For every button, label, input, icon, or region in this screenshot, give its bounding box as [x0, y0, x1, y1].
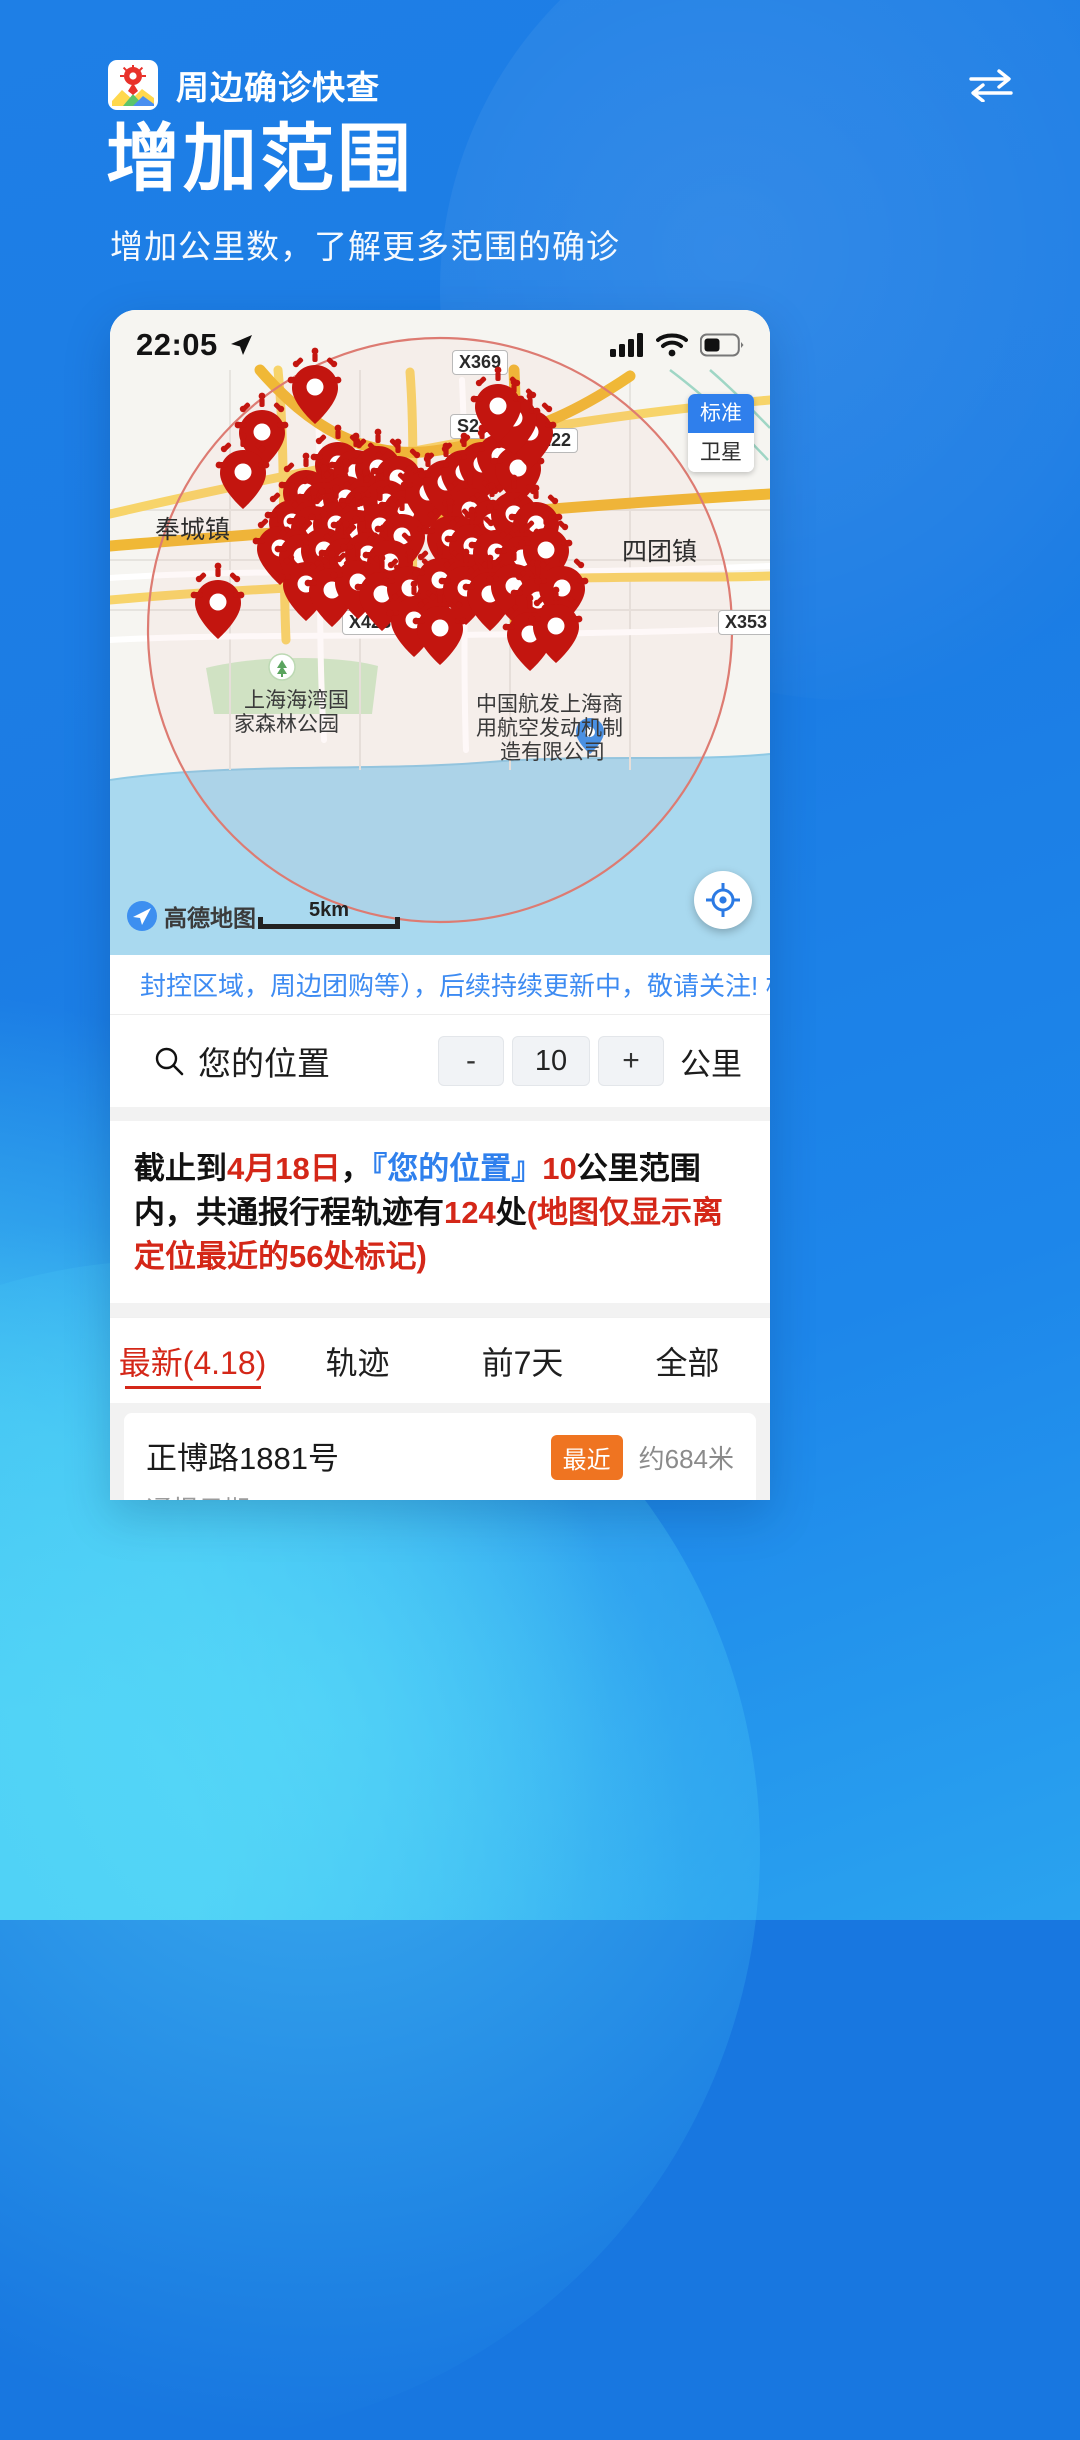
- summary-text: 截止到4月18日，『您的位置』10公里范围内，共通报行程轨迹有124处(地图仅显…: [110, 1121, 770, 1304]
- list-item-distance: 约684米: [638, 1444, 734, 1475]
- summary-prefix: 截止到: [134, 1151, 227, 1186]
- section-divider-2: [110, 1303, 770, 1318]
- radius-unit-label: 公里: [680, 1046, 742, 1082]
- summary-comma: ，: [340, 1151, 372, 1186]
- crosshair-icon: [706, 883, 740, 917]
- search-and-radius-row: 您的位置 - 10 + 公里: [110, 1015, 770, 1107]
- summary-suffix: 处: [495, 1195, 527, 1231]
- list-item[interactable]: 正博路1881号 通报日期：3.31、3.30 最近 约684米: [124, 1413, 756, 1500]
- swap-icon-glyph: [969, 69, 1013, 102]
- map-attribution: 高德地图: [126, 899, 256, 933]
- app-title: 周边确诊快查: [176, 69, 380, 106]
- search-icon: [155, 1047, 184, 1076]
- map-view[interactable]: 22:05 X369 S221 X428 X353 奉城镇 四团镇 上海海湾国 …: [110, 310, 770, 955]
- radius-value[interactable]: 10: [512, 1036, 590, 1086]
- map-scale-bar: [258, 917, 400, 929]
- summary-count: 124: [444, 1195, 496, 1231]
- tab-latest[interactable]: 最新(4.18): [110, 1318, 275, 1403]
- notice-bar[interactable]: 封控区域，周边团购等），后续持续更新中，敬请关注! 根据官: [110, 955, 770, 1015]
- tab-track[interactable]: 轨迹: [275, 1318, 440, 1403]
- phone-screenshot-card: 22:05 X369 S221 X428 X353 奉城镇 四团镇 上海海湾国 …: [110, 310, 770, 1500]
- amap-logo-icon: [127, 901, 157, 931]
- map-type-satellite[interactable]: 卫星: [688, 433, 754, 472]
- filter-tabs: 最新(4.18) 轨迹 前7天 全部: [110, 1317, 770, 1404]
- radius-stepper: - 10 +: [438, 1036, 664, 1086]
- summary-radius: 10: [542, 1151, 577, 1186]
- battery-icon: [700, 333, 744, 357]
- status-time: 22:05: [136, 327, 218, 362]
- search-input-value: 您的位置: [198, 1045, 330, 1082]
- radius-increase-button[interactable]: +: [598, 1036, 664, 1086]
- map-type-toggle[interactable]: 标准 卫星: [688, 394, 754, 472]
- notice-text: 封控区域，周边团购等），后续持续更新中，敬请关注! 根据官: [140, 971, 770, 1001]
- tab-last7days[interactable]: 前7天: [440, 1318, 605, 1403]
- signal-bars-icon: [610, 333, 643, 357]
- search-input[interactable]: 您的位置: [132, 1037, 438, 1085]
- page-subtitle: 增加公里数，了解更多范围的确诊: [110, 228, 620, 265]
- tab-all[interactable]: 全部: [605, 1318, 770, 1403]
- app-header: 周边确诊快查: [108, 54, 1020, 116]
- radius-decrease-button[interactable]: -: [438, 1036, 504, 1086]
- status-badge: 最近: [550, 1435, 623, 1481]
- map-pin-virus-icon: [108, 60, 158, 110]
- map-type-standard[interactable]: 标准: [688, 394, 754, 433]
- status-bar: 22:05: [110, 310, 770, 380]
- list-item-date: 通报日期：3.31、3.30: [146, 1490, 734, 1500]
- summary-location: 『您的位置』: [371, 1151, 543, 1186]
- page-title: 增加范围: [106, 117, 414, 200]
- wifi-icon: [656, 333, 688, 357]
- section-divider: [110, 1107, 770, 1121]
- logo-virus-pin: [120, 65, 146, 95]
- location-arrow-icon: [228, 332, 254, 358]
- virus-marker-cluster: [190, 347, 589, 671]
- swap-arrows-icon[interactable]: [962, 56, 1020, 114]
- map-scale: 5km: [258, 899, 400, 929]
- map-attribution-label: 高德地图: [164, 905, 256, 931]
- summary-date: 4月18日: [227, 1151, 341, 1186]
- locate-button[interactable]: [694, 871, 752, 929]
- map-scale-label: 5km: [308, 899, 350, 921]
- location-list: 正博路1881号 通报日期：3.31、3.30 最近 约684米 正姐路1058…: [110, 1403, 770, 1500]
